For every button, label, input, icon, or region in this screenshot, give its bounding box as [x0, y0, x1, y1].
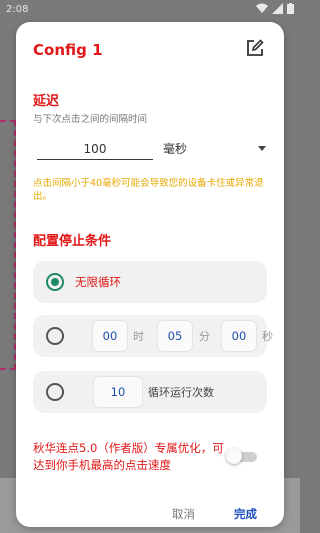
dialog-title: Config 1 — [33, 41, 103, 59]
delay-section-title: 延迟 — [33, 94, 60, 109]
timer-minutes-unit: 分 — [199, 330, 210, 343]
timer-hours-input[interactable]: 00 — [92, 320, 128, 352]
delay-section-subtitle: 与下次点击之间的间隔时间 — [33, 114, 148, 125]
timer-minutes-input[interactable]: 05 — [157, 320, 193, 352]
loop-count-label: 循环运行次数 — [148, 386, 214, 399]
timer-seconds-input[interactable]: 00 — [221, 320, 257, 352]
status-time: 2:08 — [6, 4, 29, 15]
speed-optimize-toggle[interactable] — [226, 448, 257, 464]
loop-count-input[interactable]: 10 — [93, 376, 143, 408]
cancel-button[interactable]: 取消 — [172, 506, 195, 522]
caret-down-icon — [258, 146, 266, 151]
stop-section-title: 配置停止条件 — [33, 234, 112, 249]
timer-seconds-unit: 秒 — [262, 330, 273, 343]
delay-warning: 点击间隔小于40毫秒可能会导致您的设备卡住或异常退出。 — [33, 178, 264, 202]
radio-loop-count[interactable] — [46, 383, 64, 401]
wifi-icon — [256, 3, 268, 13]
edit-icon[interactable] — [246, 39, 264, 57]
option-loop-count[interactable]: 10 循环运行次数 — [33, 371, 267, 413]
toggle-knob — [226, 448, 242, 464]
timer-hours-unit: 时 — [133, 330, 144, 343]
radio-timer[interactable] — [46, 327, 64, 345]
config-dialog: Config 1 延迟 与下次点击之间的间隔时间 100 毫秒 点击间隔小于40… — [16, 22, 284, 527]
delay-unit-select[interactable]: 毫秒 — [163, 139, 268, 159]
radio-infinite-loop[interactable] — [46, 273, 64, 291]
delay-unit-value: 毫秒 — [163, 142, 188, 156]
option-timer[interactable]: 00 时 05 分 00 秒 — [33, 315, 273, 357]
status-icons — [256, 3, 294, 14]
status-bar: 2:08 — [0, 0, 300, 20]
infinite-loop-label: 无限循环 — [75, 275, 121, 289]
done-button[interactable]: 完成 — [234, 506, 257, 522]
signal-icon — [272, 3, 283, 14]
option-infinite-loop[interactable]: 无限循环 — [33, 261, 267, 303]
battery-icon — [287, 3, 294, 14]
promo-text: 秋华连点5.0（作者版）专属优化，可达到你手机最高的点击速度 — [33, 441, 224, 472]
background-floating-panel-edge — [0, 120, 16, 370]
delay-input[interactable]: 100 — [37, 138, 153, 160]
